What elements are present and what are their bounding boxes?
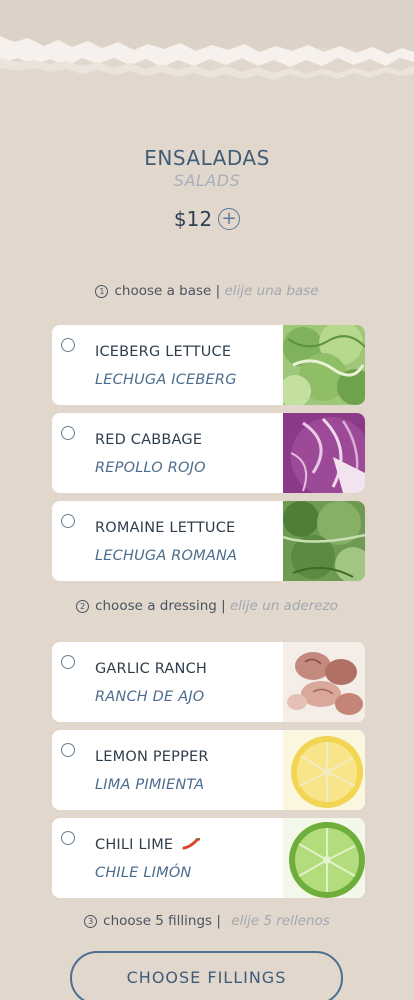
option-card-lemon-pepper[interactable]: LEMON PEPPER LIMA PIMIENTA: [52, 730, 365, 810]
option-name-es: CHILE LIMÓN: [95, 865, 192, 881]
romaine-lettuce-image: [283, 501, 365, 581]
choose-fillings-button[interactable]: CHOOSE FILLINGS: [70, 951, 343, 1000]
radio-button[interactable]: [61, 655, 75, 669]
radio-button[interactable]: [61, 426, 75, 440]
step-label-es: elije un aderezo: [230, 598, 338, 614]
option-card-chili-lime[interactable]: CHILI LIME CHILE LIMÓN: [52, 818, 365, 898]
radio-button[interactable]: [61, 743, 75, 757]
page-title: ENSALADAS: [144, 146, 270, 170]
lemon-image: [283, 730, 365, 810]
step-3-heading: 3 choose 5 fillings | elije 5 rellenos: [0, 913, 414, 929]
plus-circle-icon[interactable]: +: [218, 208, 241, 230]
chili-pepper-icon: [182, 837, 201, 850]
radio-button[interactable]: [61, 514, 75, 528]
price-row: $12 +: [0, 207, 414, 231]
step-1-heading: 1 choose a base | elije una base: [0, 283, 414, 299]
title-block: ENSALADAS SALADS: [0, 146, 414, 190]
step-label-es: elije 5 rellenos: [231, 913, 330, 929]
iceberg-lettuce-image: [283, 325, 365, 405]
option-name-en: LEMON PEPPER: [95, 749, 209, 765]
step-label-es: elije una base: [224, 283, 319, 299]
radio-button[interactable]: [61, 338, 75, 352]
option-name-en: CHILI LIME: [95, 837, 201, 853]
step-label-en: choose a dressing: [95, 598, 217, 614]
red-cabbage-image: [283, 413, 365, 493]
option-name-es: LIMA PIMIENTA: [95, 777, 205, 793]
step-number-badge: 3: [84, 915, 98, 928]
option-name-es: RANCH DE AJO: [95, 689, 205, 705]
page-subtitle: SALADS: [173, 171, 241, 190]
step-number-badge: 1: [95, 285, 109, 298]
option-name-en: RED CABBAGE: [95, 432, 203, 448]
step-2-heading: 2 choose a dressing | elije un aderezo: [0, 598, 414, 614]
radio-button[interactable]: [61, 831, 75, 845]
step-number-badge: 2: [76, 600, 90, 613]
option-name-en: GARLIC RANCH: [95, 661, 207, 677]
option-name-en: ROMAINE LETTUCE: [95, 520, 236, 536]
lime-image: [283, 818, 365, 898]
option-card-romaine-lettuce[interactable]: ROMAINE LETTUCE LECHUGA ROMANA: [52, 501, 365, 581]
option-name-es: LECHUGA ICEBERG: [95, 372, 237, 388]
option-name-es: REPOLLO ROJO: [95, 460, 206, 476]
option-card-garlic-ranch[interactable]: GARLIC RANCH RANCH DE AJO: [52, 642, 365, 722]
step-label-en: choose 5 fillings: [103, 913, 213, 929]
torn-paper-header: [0, 0, 414, 80]
option-card-iceberg-lettuce[interactable]: ICEBERG LETTUCE LECHUGA ICEBERG: [52, 325, 365, 405]
garlic-image: [283, 642, 365, 722]
option-name-es: LECHUGA ROMANA: [95, 548, 238, 564]
salad-builder-page: ENSALADAS SALADS $12 + 1 choose a base | …: [0, 0, 414, 1000]
step-label-en: choose a base: [114, 283, 212, 299]
option-name-en: ICEBERG LETTUCE: [95, 344, 232, 360]
price-label: $12: [173, 207, 213, 231]
option-card-red-cabbage[interactable]: RED CABBAGE REPOLLO ROJO: [52, 413, 365, 493]
